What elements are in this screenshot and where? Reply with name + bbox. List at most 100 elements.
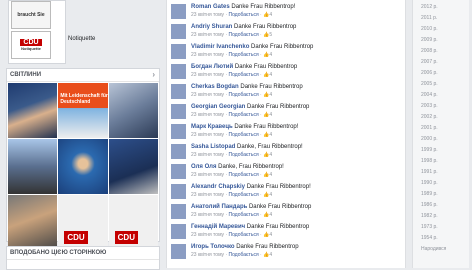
like-count[interactable]: 4 [269,112,272,118]
like-count[interactable]: 4 [269,52,272,58]
comment-time[interactable]: 23 квітня тому [191,212,224,218]
avatar[interactable] [171,204,186,219]
comment-author[interactable]: Оля Оля [191,164,216,170]
photo[interactable] [108,139,158,194]
like-count[interactable]: 5 [269,32,272,38]
photo[interactable] [58,139,108,194]
like-link[interactable]: Подобається [229,12,259,18]
comment-author[interactable]: Марк Кравець [191,124,233,130]
avatar[interactable] [171,44,186,59]
like-count[interactable]: 4 [269,252,272,258]
year-link[interactable]: 1954 р. [421,235,438,241]
photo[interactable]: CDU [58,195,108,250]
year-link[interactable]: 2010 р. [421,26,438,32]
like-count[interactable]: 4 [269,172,272,178]
avatar[interactable] [171,4,186,19]
year-link[interactable]: 1998 р. [421,158,438,164]
like-link[interactable]: Подобається [229,72,259,78]
year-link[interactable]: 1991 р. [421,169,438,175]
comment-time[interactable]: 23 квітня тому [191,252,224,258]
year-link[interactable]: 2011 р. [421,15,437,21]
comment-author[interactable]: Богдан Лютий [191,64,233,70]
avatar[interactable] [171,104,186,119]
photo[interactable] [8,83,58,138]
comment-author[interactable]: Sasha Listopad [191,144,235,150]
like-link[interactable]: Подобається [229,112,259,118]
notiquette-link[interactable]: Notiquette [68,36,95,42]
like-link[interactable]: Подобається [229,52,259,58]
comment-time[interactable]: 23 квітня тому [191,232,224,238]
comment-time[interactable]: 23 квітня тому [191,52,224,58]
avatar[interactable] [171,184,186,199]
year-link[interactable]: 2005 р. [421,81,438,87]
comment-author[interactable]: Alexandr Chapskiy [191,184,245,190]
year-link[interactable]: 2002 р. [421,114,438,120]
born-link[interactable]: Народився [421,246,446,252]
comment-time[interactable]: 23 квітня тому [191,12,224,18]
year-link[interactable]: 2000 р. [421,136,438,142]
comment-time[interactable]: 23 квітня тому [191,152,224,158]
like-link[interactable]: Подобається [229,152,259,158]
like-count[interactable]: 4 [269,132,272,138]
year-link[interactable]: 1989 р. [421,191,438,197]
chevron-right-icon[interactable]: › [152,69,155,81]
like-link[interactable]: Подобається [229,172,259,178]
comment-author[interactable]: Геннадій Маревич [191,224,245,230]
comment-author[interactable]: Cherkas Bogdan [191,84,239,90]
comment-author[interactable]: Анатолий Пандарь [191,204,247,210]
like-count[interactable]: 4 [269,212,272,218]
like-count[interactable]: 4 [269,12,272,18]
photo[interactable]: Mit Leidenschaft für Deutschland [58,83,108,138]
like-count[interactable]: 4 [269,152,272,158]
notiquette-thumb[interactable]: CDU Notiquette [11,31,51,59]
avatar[interactable] [171,224,186,239]
like-link[interactable]: Подобається [229,232,259,238]
year-link[interactable]: 2008 р. [421,48,438,54]
like-link[interactable]: Подобається [229,132,259,138]
comment-time[interactable]: 23 квітня тому [191,92,224,98]
year-link[interactable]: 1982 р. [421,213,438,219]
avatar[interactable] [171,84,186,99]
like-count[interactable]: 4 [269,72,272,78]
comment-author[interactable]: Georgian Georgian [191,104,245,110]
comment-time[interactable]: 23 квітня тому [191,132,224,138]
avatar[interactable] [171,124,186,139]
comment-time[interactable]: 23 квітня тому [191,32,224,38]
like-count[interactable]: 4 [269,192,272,198]
comment-author[interactable]: Игорь Толочко [191,244,235,250]
year-link[interactable]: 1986 р. [421,202,438,208]
avatar[interactable] [171,164,186,179]
like-link[interactable]: Подобається [229,212,259,218]
page-thumb[interactable]: braucht Sie [11,1,51,29]
year-link[interactable]: 1999 р. [421,147,438,153]
year-link[interactable]: 2006 р. [421,70,438,76]
like-link[interactable]: Подобається [229,192,259,198]
photo[interactable] [8,139,58,194]
year-link[interactable]: 2003 р. [421,103,438,109]
like-link[interactable]: Подобається [229,92,259,98]
year-link[interactable]: 2012 р. [421,4,438,10]
like-link[interactable]: Подобається [229,252,259,258]
avatar[interactable] [171,244,186,259]
avatar[interactable] [171,64,186,79]
comment-time[interactable]: 23 квітня тому [191,192,224,198]
comment-author[interactable]: Vladimir Ivanchenko [191,44,249,50]
like-count[interactable]: 4 [269,92,272,98]
year-link[interactable]: 2004 р. [421,92,438,98]
photo[interactable] [108,83,158,138]
comment-author[interactable]: Roman Gates [191,4,230,10]
year-link[interactable]: 2007 р. [421,59,438,65]
comment-time[interactable]: 23 квітня тому [191,172,224,178]
comment-time[interactable]: 23 квітня тому [191,112,224,118]
year-link[interactable]: 1973 р. [421,224,438,230]
photos-title[interactable]: Світлини › [7,69,159,82]
like-link[interactable]: Подобається [229,32,259,38]
photo[interactable] [8,195,58,250]
like-count[interactable]: 4 [269,232,272,238]
liked-pages-title[interactable]: Вподобано цією сторінкою [7,247,159,260]
year-link[interactable]: 2001 р. [421,125,438,131]
year-link[interactable]: 2009 р. [421,37,438,43]
year-link[interactable]: 1990 р. [421,180,438,186]
photo[interactable]: CDU [108,195,158,250]
comment-author[interactable]: Andriy Shuran [191,24,232,30]
